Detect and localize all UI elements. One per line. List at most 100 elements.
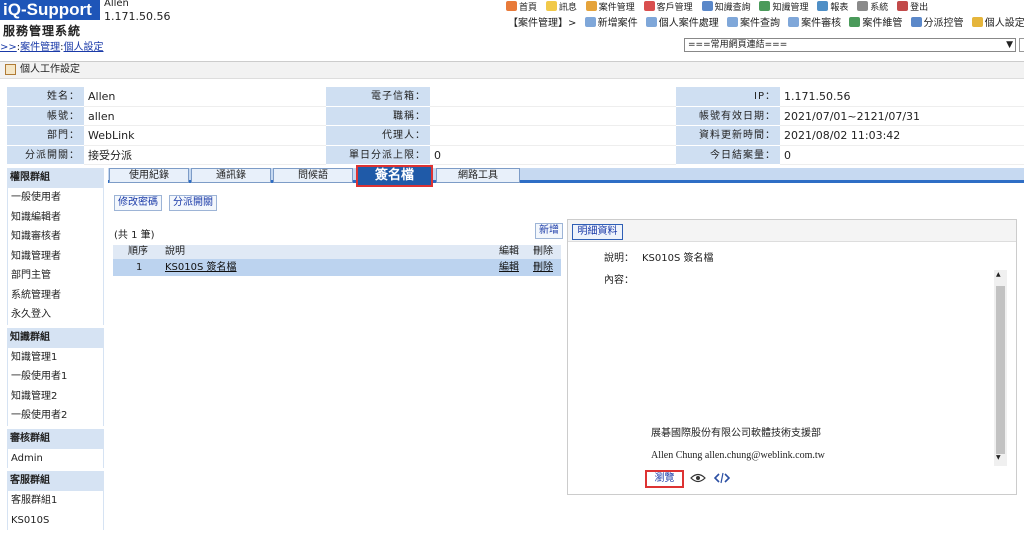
detail-header xyxy=(568,220,1016,242)
app-logo: iQ-Support xyxy=(0,0,100,20)
system-title: 服務管理系統 xyxy=(3,24,82,38)
list-item: KS010S xyxy=(7,510,104,530)
folder-icon xyxy=(585,1,597,11)
browse-button[interactable]: 瀏覽 xyxy=(645,470,684,488)
settings-page-icon xyxy=(5,64,16,75)
list-item: 部門主管 xyxy=(7,266,104,286)
add-signature-button[interactable]: 新增 xyxy=(535,223,563,239)
sub-menu-section: 【案件管理】> xyxy=(508,18,577,29)
top-menu-reports[interactable]: 報表 xyxy=(817,0,848,11)
row-delete-link[interactable]: 刪除 xyxy=(533,262,553,273)
scroll-up-icon[interactable]: ▲ xyxy=(996,271,1001,278)
mail-icon xyxy=(545,1,557,11)
list-item: 系統管理者 xyxy=(7,285,104,305)
info-row: 帳號： allen 職稱： 帳號有效日期： 2021/07/01~2121/07… xyxy=(7,106,1024,126)
top-menu-messages[interactable]: 訊息 xyxy=(545,0,577,11)
tab-greetings[interactable]: 問候語 xyxy=(273,168,353,183)
top-menu-knowledge-search[interactable]: 知識查詢 xyxy=(701,0,751,11)
dispatch-switch-button[interactable]: 分派開關 xyxy=(169,195,217,211)
list-item: 知識編輯者 xyxy=(7,207,104,227)
col-desc: 說明 xyxy=(165,246,185,257)
info-row: 分派開關： 接受分派 單日分派上限： 0 今日結案量： 0 xyxy=(7,145,1024,165)
desc-value: KS010S 簽名檔 xyxy=(642,253,714,264)
user-name: Allen xyxy=(104,0,129,9)
info-row: 姓名： Allen 電子信箱： IP： 1.171.50.56 xyxy=(7,87,1024,107)
desc-label: 說明： xyxy=(604,253,634,264)
breadcrumb-case-mgmt[interactable]: 案件管理 xyxy=(20,42,60,53)
eye-icon[interactable] xyxy=(690,473,706,483)
signature-email: Allen Chung allen.chung@weblink.com.tw xyxy=(651,450,825,461)
info-row: 部門： WebLink 代理人： 資料更新時間： 2021/08/02 11:0… xyxy=(7,126,1024,146)
tab-contacts[interactable]: 通訊錄 xyxy=(191,168,271,183)
list-item: 知識管理者 xyxy=(7,246,104,266)
logout-icon xyxy=(897,1,909,11)
group-sidebar: 權限群組 一般使用者 知識編輯者 知識審核者 知識管理者 部門主管 系統管理者 … xyxy=(7,168,104,530)
tab-usage-log[interactable]: 使用紀錄 xyxy=(109,168,189,183)
list-item: 知識管理1 xyxy=(7,347,104,367)
review-icon xyxy=(788,17,800,27)
top-menu-logout[interactable]: 登出 xyxy=(897,0,928,11)
list-item: 永久登入 xyxy=(7,305,104,325)
top-menu-customers[interactable]: 客戶管理 xyxy=(643,0,693,11)
search-icon xyxy=(701,1,713,11)
chevron-down-icon: ▼ xyxy=(1006,40,1013,50)
list-item: 一般使用者1 xyxy=(7,367,104,387)
sub-menu-new-case[interactable]: 新增案件 xyxy=(584,14,638,29)
key-icon xyxy=(971,17,983,27)
dispatch-icon xyxy=(910,17,922,27)
top-menu-knowledge-mgmt[interactable]: 知識管理 xyxy=(759,0,808,11)
doc-icon xyxy=(645,17,657,27)
search-icon xyxy=(726,17,738,27)
code-view-icon[interactable] xyxy=(714,472,730,484)
page-scrollbar[interactable] xyxy=(1019,38,1024,52)
top-menu-system[interactable]: 系統 xyxy=(857,0,888,11)
list-header: 順序 說明 編輯 刪除 xyxy=(113,245,561,259)
breadcrumb-home[interactable]: >> xyxy=(0,42,17,53)
report-icon xyxy=(817,1,829,11)
scroll-down-icon[interactable]: ▼ xyxy=(996,454,1001,461)
sub-menu-case-review[interactable]: 案件審核 xyxy=(788,14,841,29)
table-row[interactable]: 1 KS010S 簽名檔 編輯 刪除 xyxy=(113,259,561,276)
tab-detail[interactable]: 明細資料 xyxy=(572,224,623,240)
gear-icon xyxy=(857,1,869,11)
group-title-service: 客服群組 xyxy=(7,471,104,491)
list-item: 知識管理2 xyxy=(7,386,104,406)
tab-signature[interactable]: 簽名檔 xyxy=(356,165,433,187)
col-seq: 順序 xyxy=(128,246,148,257)
list-item: 客服群組1 xyxy=(7,491,104,511)
col-delete: 刪除 xyxy=(533,246,553,257)
book-icon xyxy=(759,1,771,11)
top-menu-cases[interactable]: 案件管理 xyxy=(585,0,635,11)
row-desc-link[interactable]: KS010S 簽名檔 xyxy=(165,262,237,273)
scrollbar-thumb[interactable] xyxy=(996,286,1005,454)
quick-links-select[interactable]: ===常用網頁連結=== ▼ xyxy=(684,38,1016,52)
user-info-table: 姓名： Allen 電子信箱： IP： 1.171.50.56 帳號： alle… xyxy=(7,87,1024,165)
record-count: (共 1 筆) xyxy=(114,230,155,241)
sub-menu-dispatch-control[interactable]: 分派控管 xyxy=(910,14,964,29)
list-item: 一般使用者 xyxy=(7,188,104,208)
new-doc-icon xyxy=(584,17,596,27)
sub-menu-personal-cases[interactable]: 個人案件處理 xyxy=(645,14,719,29)
col-edit: 編輯 xyxy=(499,246,519,257)
list-item: 知識審核者 xyxy=(7,227,104,247)
sub-menu-personal-settings[interactable]: 個人設定 xyxy=(971,14,1024,29)
page-title: 個人工作設定 xyxy=(0,61,1024,79)
sub-menu-case-search[interactable]: 案件查詢 xyxy=(726,14,780,29)
sub-menu-case-maintain[interactable]: 案件維管 xyxy=(849,14,902,29)
customer-icon xyxy=(643,1,655,11)
home-icon xyxy=(506,1,517,11)
sub-menu: 【案件管理】> 新增案件 個人案件處理 案件查詢 案件審核 案件維管 分派控管 … xyxy=(508,14,1024,29)
row-seq: 1 xyxy=(136,262,143,273)
signature-company: 展碁國際股份有限公司軟體技術支援部 xyxy=(651,428,821,439)
top-menu: 首頁 訊息 案件管理 客戶管理 知識查詢 知識管理 報表 系統 登出 xyxy=(506,0,1024,11)
change-password-button[interactable]: 修改密碼 xyxy=(114,195,162,211)
group-title-review: 審核群組 xyxy=(7,428,104,449)
group-title-knowledge: 知識群組 xyxy=(7,327,104,348)
tab-network-tools[interactable]: 網路工具 xyxy=(436,168,520,183)
row-edit-link[interactable]: 編輯 xyxy=(499,262,519,273)
top-menu-home[interactable]: 首頁 xyxy=(506,0,537,11)
maintain-icon xyxy=(849,17,861,27)
breadcrumb: >>:案件管理:個人設定 xyxy=(0,42,104,53)
list-item: 一般使用者2 xyxy=(7,406,104,426)
breadcrumb-personal-settings[interactable]: 個人設定 xyxy=(64,42,104,53)
